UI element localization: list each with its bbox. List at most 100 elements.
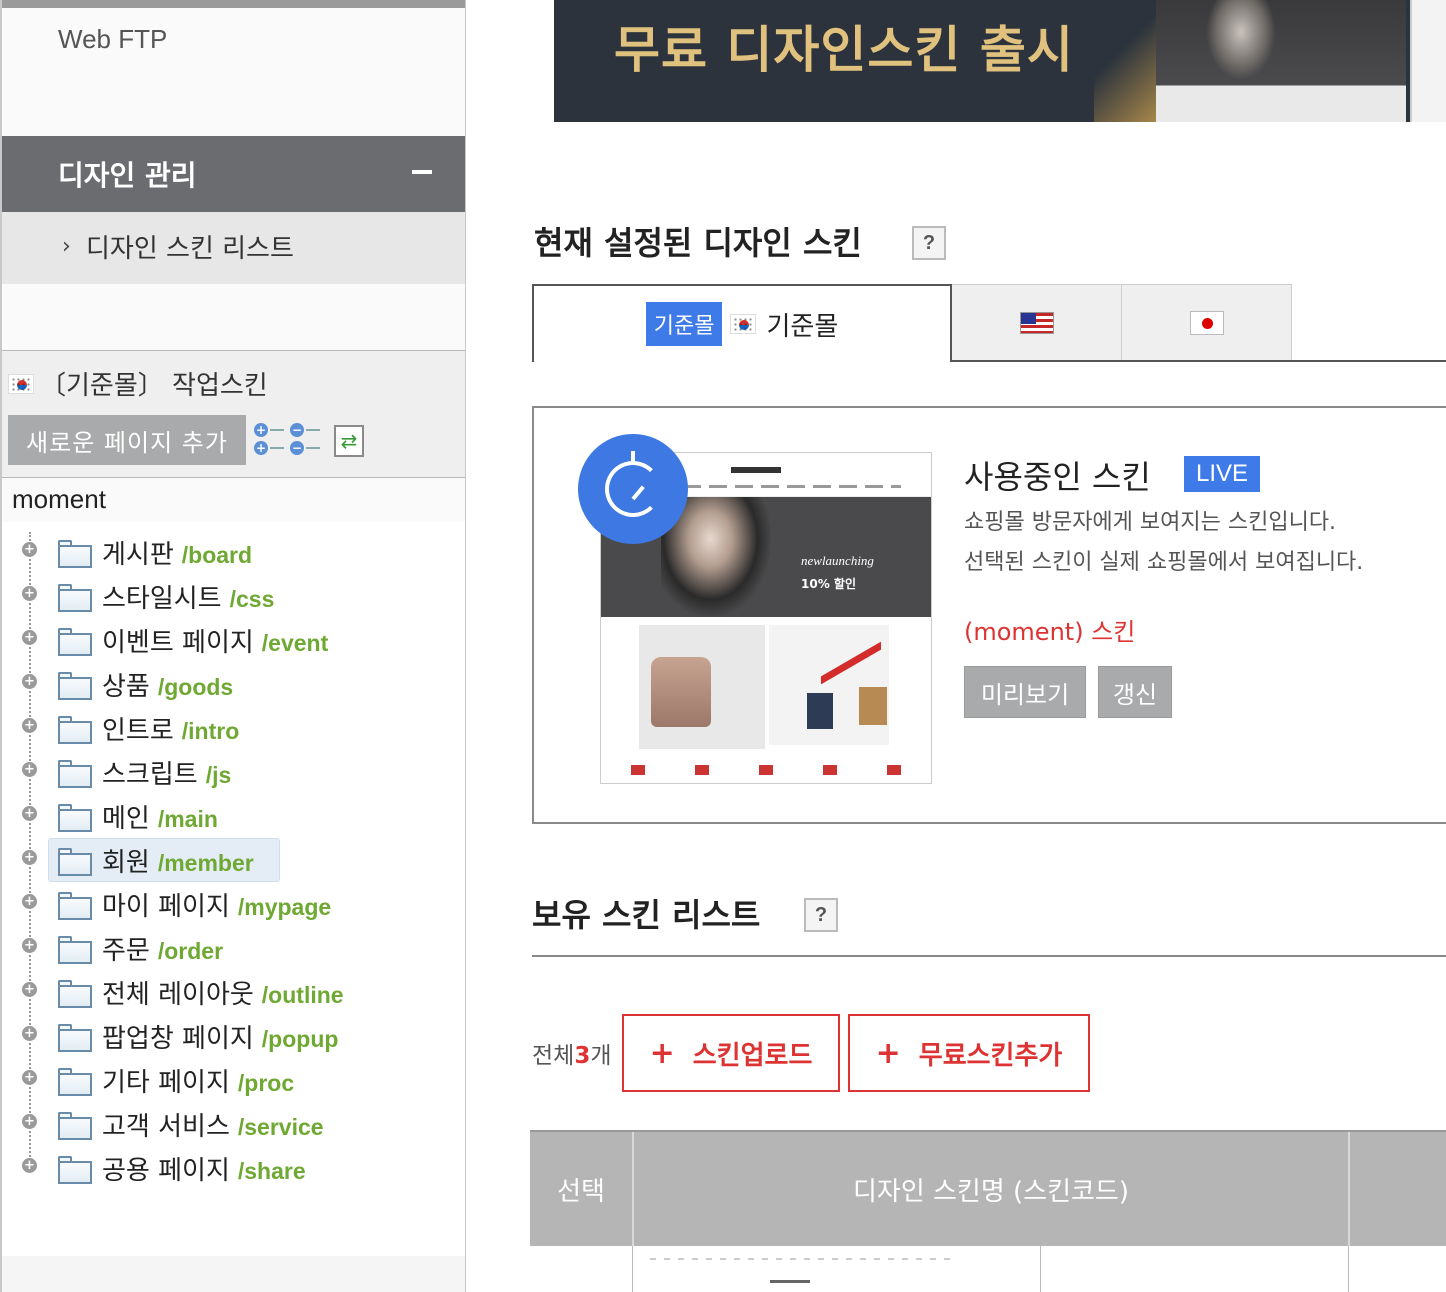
help-icon[interactable]: ?: [804, 898, 838, 932]
expand-icon[interactable]: +: [22, 806, 37, 821]
tree-folder-item[interactable]: + 회원/member: [2, 838, 465, 882]
folder-path: /goods: [157, 674, 234, 700]
base-mall-badge: 기준몰: [645, 302, 723, 346]
tree-folder-item[interactable]: + 스크립트/js: [2, 752, 465, 792]
folder-path: /proc: [237, 1070, 295, 1096]
folder-label: 인트로/intro: [102, 716, 240, 746]
skin-description: 선택된 스킨이 실제 쇼핑몰에서 보여집니다.: [964, 550, 1364, 575]
banner-screenshot: [1156, 0, 1406, 122]
folder-icon: [58, 1156, 92, 1184]
folder-icon: [58, 1112, 92, 1140]
collapse-icon[interactable]: [412, 170, 432, 174]
total-count: 전체3개: [532, 1043, 612, 1069]
expand-icon[interactable]: +: [22, 1114, 37, 1129]
banner-screenshot: [1410, 0, 1446, 122]
skin-thumbnail[interactable]: [650, 1254, 950, 1292]
tree-folder-item[interactable]: + 고객 서비스/service: [2, 1104, 465, 1144]
chevron-right-icon: ›: [62, 234, 71, 259]
expand-icon[interactable]: +: [22, 1070, 37, 1085]
folder-label: 기타 페이지/proc: [102, 1068, 295, 1098]
expand-icon[interactable]: +: [22, 762, 37, 777]
table-row[interactable]: [530, 1246, 1446, 1292]
folder-label: 전체 레이아웃/outline: [102, 980, 344, 1010]
sidebar-item-skin-list[interactable]: › 디자인 스킨 리스트: [2, 212, 465, 284]
divider: [532, 955, 1446, 957]
sidebar-top-strip: [2, 0, 465, 8]
tab-label: 기준몰: [766, 311, 839, 342]
expand-icon[interactable]: +: [22, 586, 37, 601]
tree-folder-item[interactable]: + 주문/order: [2, 928, 465, 968]
expand-icon[interactable]: +: [22, 894, 37, 909]
tree-folder-item[interactable]: + 이벤트 페이지/event: [2, 620, 465, 660]
refresh-button[interactable]: 갱신: [1098, 666, 1172, 718]
folder-label: 주문/order: [102, 936, 224, 966]
folder-path: /css: [229, 586, 275, 612]
tree-folder-item[interactable]: + 공용 페이지/share: [2, 1148, 465, 1188]
sidebar-item-web-ftp[interactable]: Web FTP: [58, 24, 167, 55]
tree-folder-item[interactable]: + 게시판/board: [2, 532, 465, 572]
help-icon[interactable]: ?: [912, 226, 946, 260]
expand-all-icon[interactable]: + +: [254, 421, 286, 457]
skin-card-title: 사용중인 스킨: [964, 458, 1151, 496]
folder-path: /intro: [181, 718, 240, 744]
folder-icon: [58, 628, 92, 656]
folder-icon: [58, 716, 92, 744]
tree-folder-item[interactable]: + 상품/goods: [2, 664, 465, 704]
japan-flag-icon: [1189, 310, 1224, 335]
sidebar-section-title: 디자인 관리: [58, 159, 197, 192]
tree-folder-item[interactable]: + 팝업창 페이지/popup: [2, 1016, 465, 1056]
tree-folder-item[interactable]: + 스타일시트/css: [2, 576, 465, 616]
folder-path: /js: [205, 762, 232, 788]
collapse-all-icon[interactable]: − −: [290, 421, 322, 457]
skin-upload-button[interactable]: + 스킨업로드: [622, 1014, 840, 1092]
tree-folder-item[interactable]: + 메인/main: [2, 796, 465, 836]
sidebar-section-design-mgmt[interactable]: 디자인 관리: [2, 136, 465, 212]
expand-icon[interactable]: +: [22, 1158, 37, 1173]
folder-path: /main: [157, 806, 218, 832]
preview-button[interactable]: 미리보기: [964, 666, 1086, 718]
tab-japanese[interactable]: [1122, 284, 1292, 360]
us-flag-icon: [1019, 311, 1054, 334]
folder-label: 스크립트/js: [102, 760, 232, 790]
folder-path: /board: [181, 542, 253, 568]
sidebar-item-label: 디자인 스킨 리스트: [86, 234, 294, 264]
expand-icon[interactable]: +: [22, 718, 37, 733]
expand-icon[interactable]: +: [22, 938, 37, 953]
promo-banner[interactable]: 무료 디자인스킨 출시: [554, 0, 1446, 122]
refresh-icon[interactable]: ⇄: [334, 425, 364, 457]
add-free-skin-button[interactable]: + 무료스킨추가: [848, 1014, 1090, 1092]
expand-icon[interactable]: +: [22, 850, 37, 865]
tab-english[interactable]: [952, 284, 1122, 360]
folder-label: 고객 서비스/service: [102, 1112, 324, 1142]
tree-folder-item[interactable]: + 마이 페이지/mypage: [2, 884, 465, 924]
add-page-button[interactable]: 새로운 페이지 추가: [8, 415, 246, 465]
folder-label: 메인/main: [102, 804, 218, 834]
tab-base-mall[interactable]: 기준몰 기준몰: [532, 284, 952, 362]
folder-icon: [58, 584, 92, 612]
tree-root[interactable]: moment: [12, 484, 106, 515]
folder-icon: [58, 672, 92, 700]
expand-icon[interactable]: +: [22, 630, 37, 645]
current-skin-card: newlaunching 10% 할인 사용중인 스킨 LIVE 쇼핑몰 방문자에…: [532, 406, 1446, 824]
expand-icon[interactable]: +: [22, 1026, 37, 1041]
expand-icon[interactable]: +: [22, 982, 37, 997]
tree-folder-item[interactable]: + 인트로/intro: [2, 708, 465, 748]
korea-flag-icon: [8, 373, 34, 394]
folder-icon: [58, 1068, 92, 1096]
folder-path: /share: [237, 1158, 306, 1184]
banner-accent: [1094, 0, 1164, 122]
expand-icon[interactable]: +: [22, 542, 37, 557]
folder-label: 게시판/board: [102, 540, 253, 570]
folder-label: 마이 페이지/mypage: [102, 892, 332, 922]
expand-icon[interactable]: +: [22, 674, 37, 689]
tree-folder-item[interactable]: + 전체 레이아웃/outline: [2, 972, 465, 1012]
plus-icon: +: [649, 1035, 675, 1071]
column-header-skin-name: 디자인 스킨명 (스킨코드): [852, 1176, 1130, 1207]
folder-label: 팝업창 페이지/popup: [102, 1024, 339, 1054]
folder-icon: [58, 760, 92, 788]
sidebar-footer: [2, 1256, 465, 1292]
skin-code: (moment) 스킨: [964, 618, 1136, 646]
work-skin-panel: 〔기준몰〕 작업스킨 새로운 페이지 추가 + + − − ⇄: [2, 350, 465, 478]
tree-folder-item[interactable]: + 기타 페이지/proc: [2, 1060, 465, 1100]
folder-icon: [58, 980, 92, 1008]
